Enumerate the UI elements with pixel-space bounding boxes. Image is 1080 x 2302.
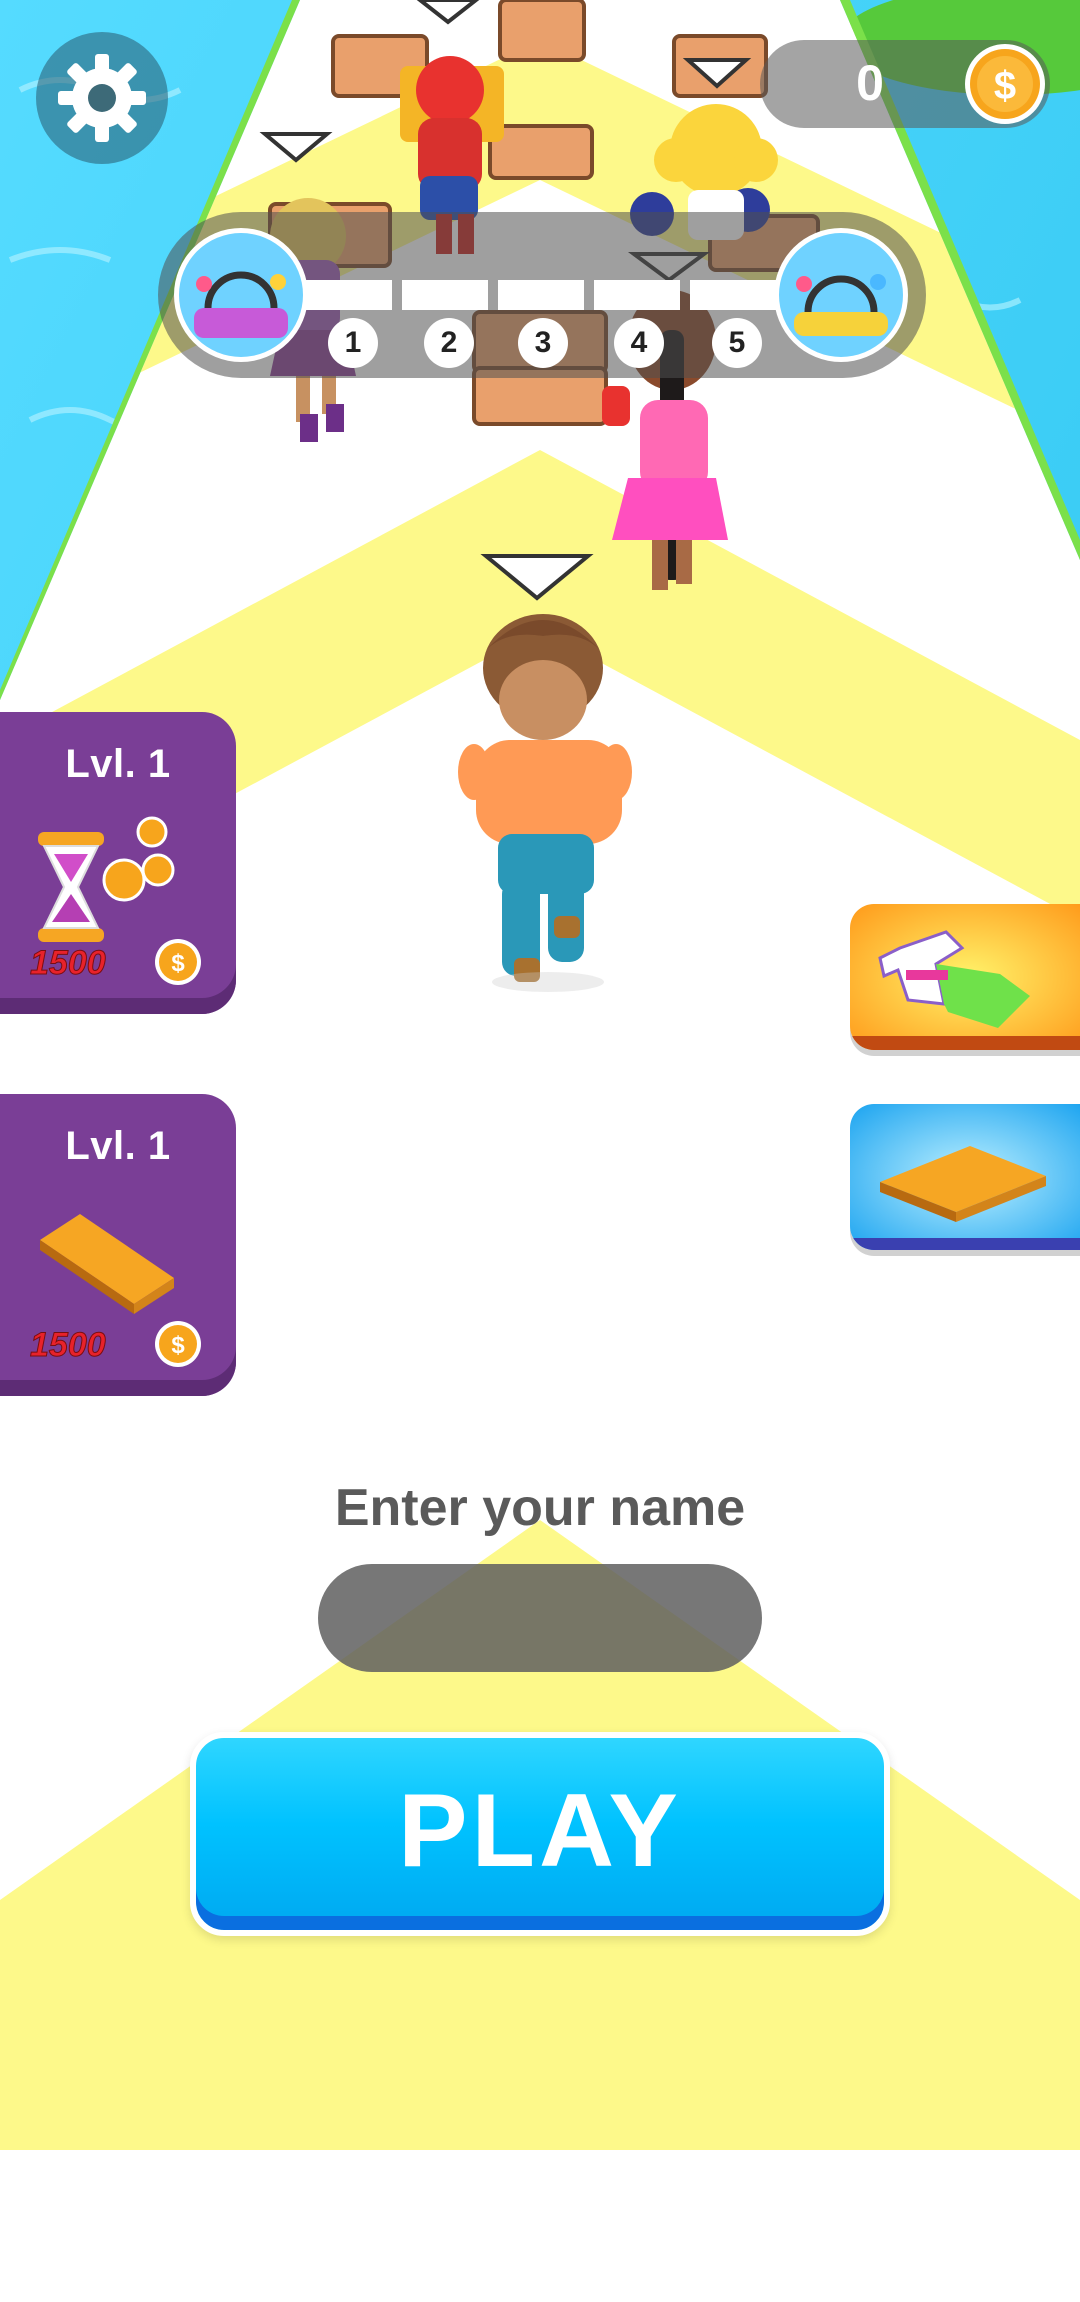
coin-symbol: $	[994, 64, 1016, 108]
upgrade-card-speed[interactable]: Lvl. 1 1500 $	[0, 712, 236, 1014]
settings-button[interactable]	[36, 32, 168, 164]
name-input[interactable]	[318, 1564, 762, 1672]
plank-icon	[30, 1190, 190, 1330]
stage-segment	[306, 280, 392, 310]
start-island-thumbnail	[174, 228, 308, 362]
stage-number: 2	[424, 318, 474, 368]
svg-text:$: $	[171, 1332, 185, 1359]
coin-count: 0	[856, 55, 884, 111]
upgrade-price: 1500	[30, 1326, 107, 1365]
hourglass-coins-icon	[30, 812, 190, 952]
coin-icon: $	[154, 938, 202, 986]
stage-segment	[594, 280, 680, 310]
svg-text:$: $	[171, 950, 185, 977]
card-level-label: Lvl. 1	[65, 1124, 171, 1168]
stage-segment	[402, 280, 488, 310]
gear-icon	[58, 54, 146, 142]
stage-number: 3	[518, 318, 568, 368]
upgrade-price: 1500	[30, 944, 107, 983]
stage-number: 4	[614, 318, 664, 368]
coin-icon: $	[154, 1320, 202, 1368]
upgrade-card-planks[interactable]: Lvl. 1 1500 $	[0, 1094, 236, 1396]
skins-shop-button[interactable]	[850, 904, 1080, 1050]
stage-number: 5	[712, 318, 762, 368]
name-label: Enter your name	[334, 1479, 746, 1537]
stage-segment	[690, 280, 776, 310]
stage-number: 1	[328, 318, 378, 368]
play-button[interactable]: PLAY	[190, 1732, 890, 1936]
planks-shop-button[interactable]	[850, 1104, 1080, 1250]
finish-island-thumbnail	[774, 228, 908, 362]
card-level-label: Lvl. 1	[65, 742, 171, 786]
coin-icon: $	[963, 42, 1047, 126]
play-button-label: PLAY	[398, 1772, 682, 1889]
stage-segment	[498, 280, 584, 310]
